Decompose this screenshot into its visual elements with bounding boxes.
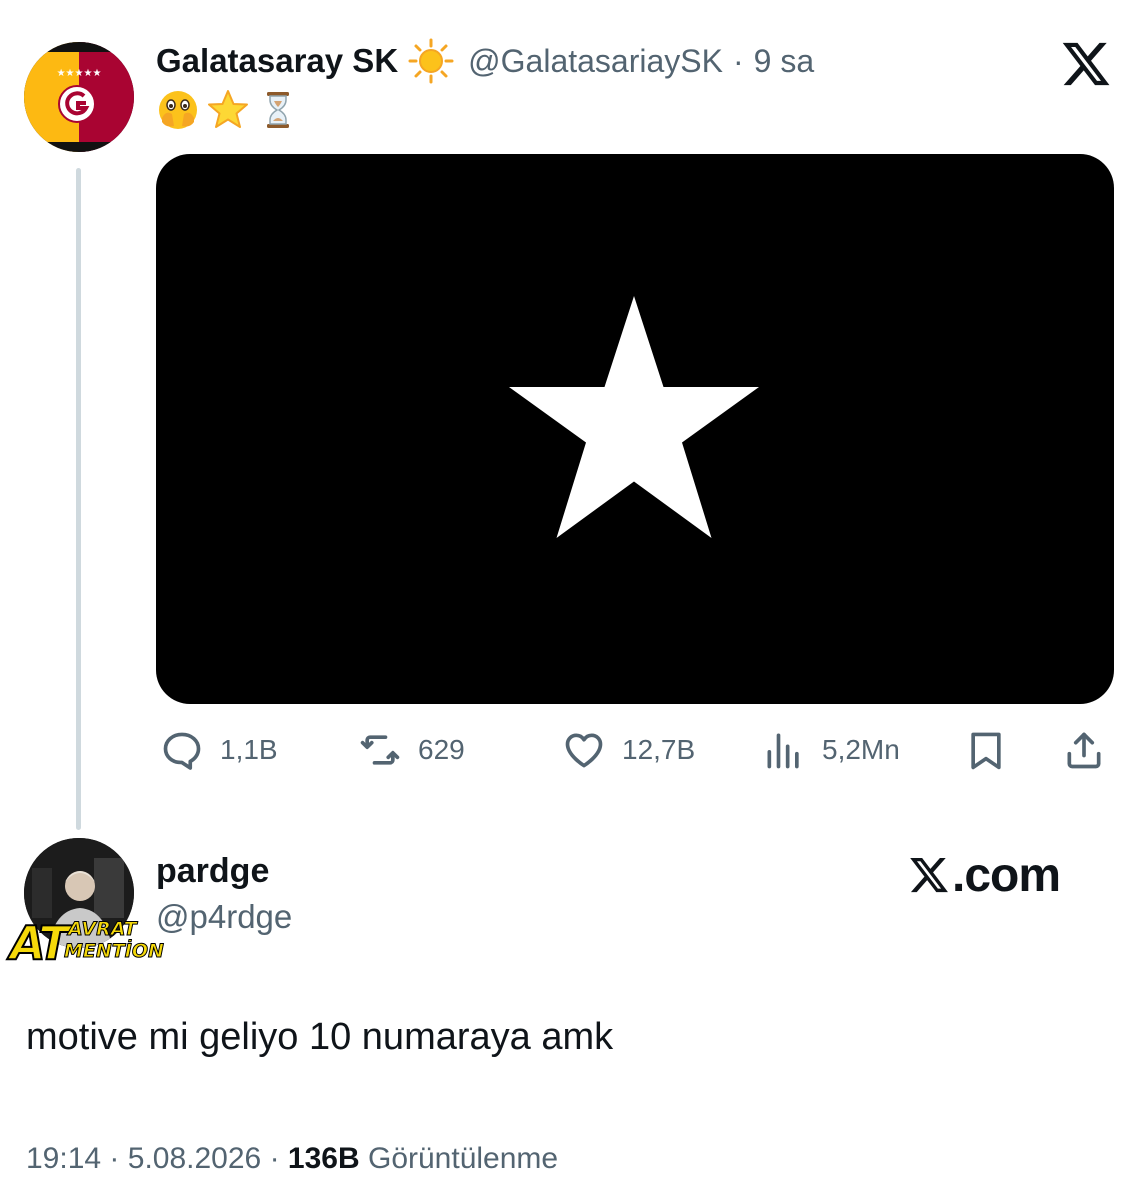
- reply-tweet-text: motive mi geliyo 10 numaraya amk: [26, 1016, 614, 1058]
- separator-dot: ·: [732, 42, 744, 79]
- meta-separator: ·: [269, 1142, 280, 1175]
- bookmark-icon: [971, 732, 1001, 770]
- avrat-mention-badge: AT AVRAT MENTİON: [6, 916, 164, 974]
- galatasaray-avatar[interactable]: ★★★★★: [24, 42, 134, 152]
- tweet-views-count: 136B: [287, 1142, 360, 1175]
- retweet-icon: [360, 735, 400, 765]
- parent-handle[interactable]: @GalatasariaySK: [468, 43, 723, 80]
- tweet-date[interactable]: 5.08.2026: [128, 1142, 261, 1175]
- views-button[interactable]: 5,2Mn: [762, 722, 900, 778]
- meta-separator: ·: [109, 1142, 120, 1175]
- badge-word-mention: MENTİON: [64, 940, 165, 962]
- x-logo-icon: [910, 857, 948, 893]
- share-upload-icon: [1067, 732, 1101, 769]
- tweet-meta-row: 19:14 · 5.08.2026 · 136B Görüntülenme: [26, 1142, 558, 1176]
- reply-display-name[interactable]: pardge: [156, 852, 269, 891]
- tweet-media-image[interactable]: [156, 154, 1114, 704]
- retweet-button[interactable]: 629: [358, 722, 465, 778]
- x-com-logo[interactable]: .com: [908, 846, 1061, 904]
- parent-timestamp[interactable]: 9 sa: [754, 43, 814, 80]
- like-button[interactable]: 12,7B: [562, 722, 695, 778]
- reply-button[interactable]: 1,1B: [160, 722, 278, 778]
- star-icon: [208, 90, 248, 128]
- reply-bubble-icon: [163, 732, 201, 770]
- views-count: 5,2Mn: [822, 734, 900, 765]
- like-count: 12,7B: [622, 734, 696, 765]
- tweet-time[interactable]: 19:14: [26, 1142, 101, 1175]
- thread-connector-line: [76, 168, 81, 830]
- galatasaray-logo-icon: ★★★★★: [24, 42, 134, 152]
- white-star-icon: [509, 296, 759, 538]
- tweet-action-bar: 1,1B 629 12,7B 5,2Mn: [156, 722, 1114, 778]
- face-with-hand-over-mouth-icon: [159, 91, 197, 129]
- svg-text:★★★★★: ★★★★★: [57, 68, 102, 79]
- retweet-count: 629: [418, 734, 465, 765]
- bookmark-button[interactable]: [964, 722, 1008, 778]
- heart-icon: [565, 733, 603, 768]
- badge-at-letters: AT: [9, 916, 71, 970]
- reply-handle[interactable]: @p4rdge: [156, 898, 292, 936]
- analytics-bars-icon: [767, 733, 799, 769]
- tweet-views-label: Görüntülenme: [367, 1142, 559, 1175]
- sun-icon: [408, 38, 454, 84]
- tweet-emoji-text: [156, 88, 300, 132]
- parent-tweet-header: Galatasaray SK @GalatasariaySK · 9 sa: [156, 38, 814, 84]
- badge-word-avrat: AVRAT: [68, 918, 138, 940]
- parent-display-name[interactable]: Galatasaray SK: [156, 42, 398, 80]
- x-logo-icon[interactable]: [1060, 38, 1112, 90]
- x-com-text: .com: [952, 848, 1061, 902]
- share-button[interactable]: [1062, 722, 1106, 778]
- reply-count: 1,1B: [220, 734, 278, 765]
- hourglass-icon: [267, 92, 289, 128]
